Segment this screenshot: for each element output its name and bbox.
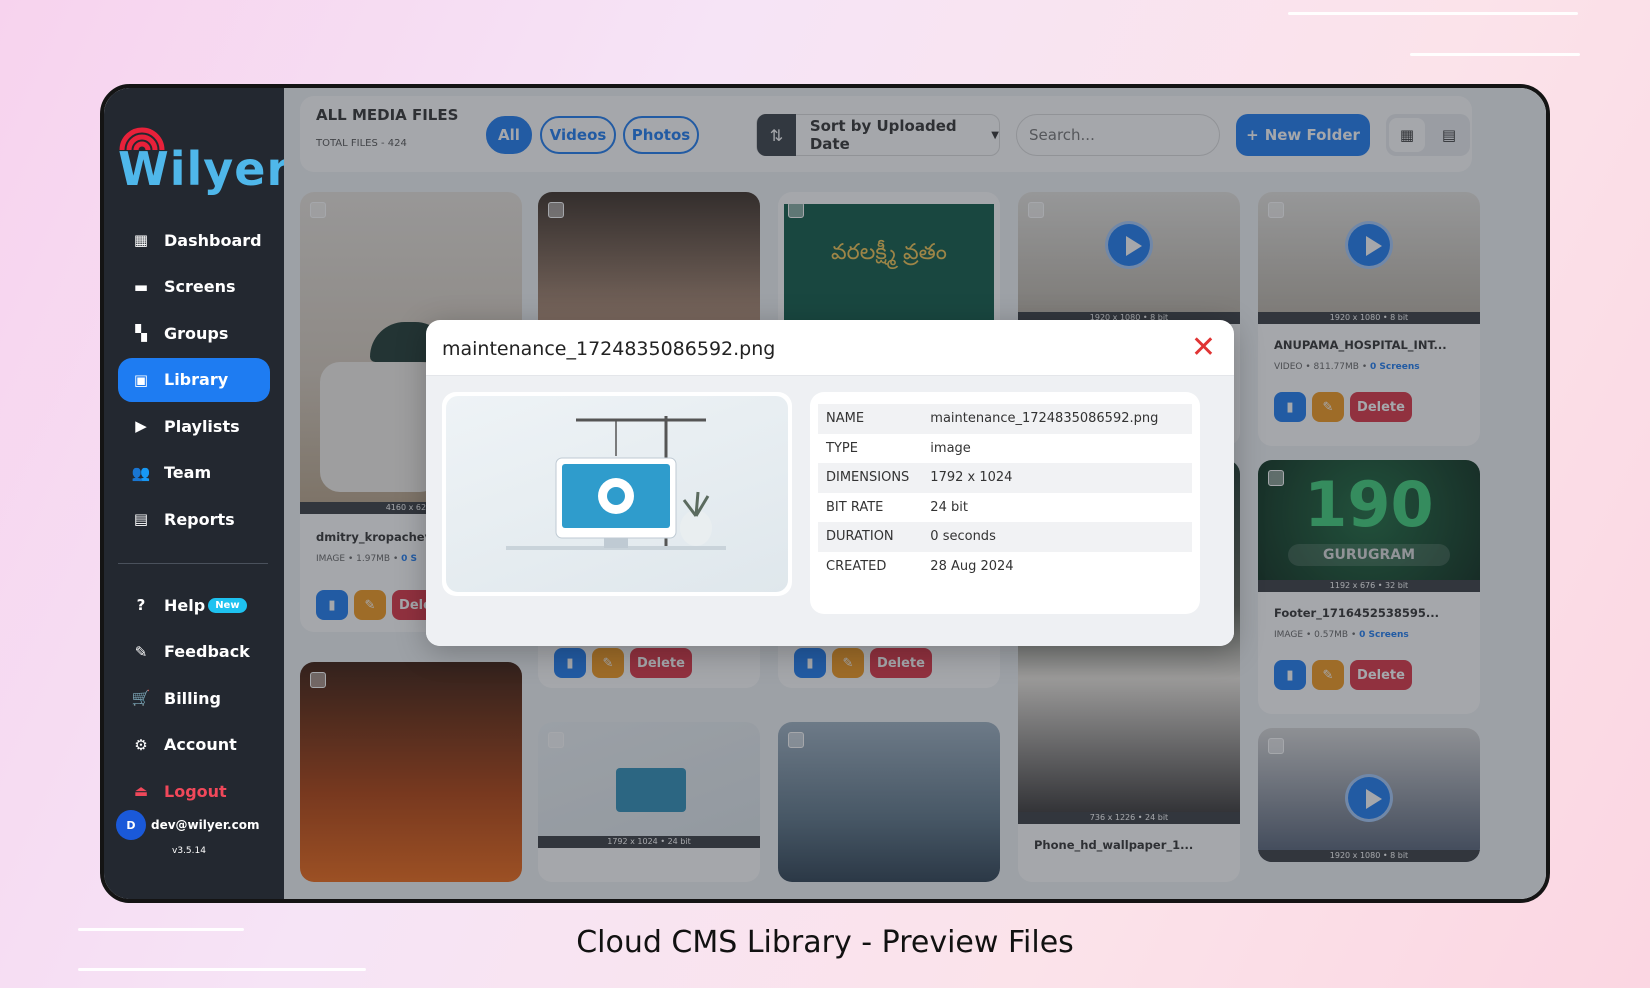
- modal-title: maintenance_1724835086592.png: [442, 338, 776, 360]
- detail-label: DURATION: [818, 522, 923, 552]
- grid-icon: ▚: [135, 324, 147, 342]
- decor-line: [78, 968, 366, 971]
- file-details-table: NAME maintenance_1724835086592.png TYPE im…: [818, 404, 1192, 581]
- sidebar-item-reports[interactable]: ▤ Reports: [118, 497, 270, 541]
- sidebar-item-label: Account: [164, 735, 237, 754]
- report-icon: ▤: [133, 510, 149, 528]
- sidebar-item-label: Reports: [164, 509, 235, 529]
- logo-text: Wilyer: [118, 142, 291, 196]
- sidebar-item-team[interactable]: 👥 Team: [118, 451, 270, 495]
- detail-label: NAME: [818, 404, 923, 434]
- monitor-icon: ▬: [133, 277, 149, 296]
- table-row: BIT RATE 24 bit: [818, 493, 1192, 523]
- app-window: Wilyer ▦ Dashboard ▬ Screens ▚ Groups ▣ Libr…: [100, 84, 1550, 903]
- sidebar-item-feedback[interactable]: ✎ Feedback: [118, 630, 270, 674]
- sidebar: Wilyer ▦ Dashboard ▬ Screens ▚ Groups ▣ Libr…: [104, 88, 289, 899]
- detail-value: 28 Aug 2024: [930, 558, 1014, 574]
- gear-icon: ⚙: [134, 735, 148, 754]
- sidebar-item-label: Library: [164, 370, 229, 389]
- preview-image: [442, 392, 792, 596]
- logo: Wilyer: [116, 118, 289, 198]
- feedback-icon: ✎: [134, 642, 148, 661]
- dashboard-icon: ▦: [133, 231, 149, 249]
- maintenance-illustration: [506, 416, 726, 550]
- sidebar-nav-secondary: ? Help New ✎ Feedback 🛒 Billing ⚙ Account ⏏ Lo…: [118, 583, 270, 816]
- sidebar-item-label: Groups: [164, 323, 229, 343]
- page-caption: Cloud CMS Library - Preview Files: [576, 925, 1074, 960]
- sidebar-item-label: Logout: [164, 781, 227, 801]
- sidebar-item-help[interactable]: ? Help New: [118, 583, 270, 627]
- sidebar-item-label: Screens: [164, 277, 236, 296]
- help-icon: ?: [136, 596, 146, 614]
- sidebar-item-screens[interactable]: ▬ Screens: [118, 265, 270, 309]
- sidebar-nav: ▦ Dashboard ▬ Screens ▚ Groups ▣ Library ▶ Pl…: [118, 218, 270, 544]
- table-row: DURATION 0 seconds: [818, 522, 1192, 552]
- detail-label: DIMENSIONS: [818, 463, 923, 493]
- detail-value: maintenance_1724835086592.png: [922, 404, 1192, 434]
- detail-value: image: [930, 440, 971, 456]
- detail-label: CREATED: [826, 558, 887, 574]
- new-badge: New: [208, 597, 247, 613]
- logout-icon: ⏏: [133, 782, 149, 800]
- sidebar-item-label: Billing: [164, 688, 221, 708]
- sidebar-item-account[interactable]: ⚙ Account: [118, 723, 270, 767]
- modal-header: maintenance_1724835086592.png ✕: [426, 320, 1234, 376]
- sidebar-item-billing[interactable]: 🛒 Billing: [118, 676, 270, 720]
- sidebar-item-label: Help: [164, 595, 206, 615]
- table-row: DIMENSIONS 1792 x 1024: [818, 463, 1192, 493]
- film-icon: ▣: [133, 370, 149, 389]
- modal-body: NAME maintenance_1724835086592.png TYPE im…: [426, 376, 1234, 646]
- sidebar-item-label: Dashboard: [164, 230, 262, 250]
- sidebar-item-groups[interactable]: ▚ Groups: [118, 311, 270, 355]
- users-icon: 👥: [131, 463, 151, 482]
- decor-line: [1288, 12, 1578, 15]
- sidebar-divider: [118, 563, 268, 564]
- detail-value: 1792 x 1024: [922, 463, 1192, 493]
- table-row: TYPE image: [818, 434, 1192, 464]
- sidebar-item-label: Team: [164, 463, 212, 482]
- user-profile[interactable]: D dev@wilyer.com: [116, 810, 259, 840]
- cart-icon: 🛒: [131, 689, 151, 707]
- sidebar-item-dashboard[interactable]: ▦ Dashboard: [118, 218, 270, 262]
- folder-play-icon: ▶: [135, 417, 147, 435]
- sidebar-item-label: Feedback: [164, 642, 250, 661]
- sidebar-item-label: Playlists: [164, 416, 240, 436]
- close-icon[interactable]: ✕: [1191, 330, 1216, 365]
- app-version: v3.5.14: [172, 846, 206, 856]
- decor-line: [1410, 53, 1580, 56]
- user-email: dev@wilyer.com: [151, 818, 260, 832]
- detail-value: 0 seconds: [922, 522, 1192, 552]
- sidebar-item-logout[interactable]: ⏏ Logout: [118, 769, 270, 813]
- sidebar-item-library[interactable]: ▣ Library: [118, 357, 270, 402]
- detail-value: 24 bit: [930, 499, 968, 515]
- preview-illustration: [446, 396, 788, 592]
- avatar: D: [116, 810, 146, 840]
- sidebar-item-playlists[interactable]: ▶ Playlists: [118, 404, 270, 448]
- table-row: CREATED 28 Aug 2024: [818, 552, 1192, 582]
- file-details-panel: NAME maintenance_1724835086592.png TYPE im…: [810, 392, 1200, 614]
- file-preview-modal: maintenance_1724835086592.png ✕ NAME mai…: [426, 320, 1234, 646]
- detail-label: TYPE: [826, 440, 858, 456]
- table-row: NAME maintenance_1724835086592.png: [818, 404, 1192, 434]
- detail-label: BIT RATE: [826, 499, 884, 515]
